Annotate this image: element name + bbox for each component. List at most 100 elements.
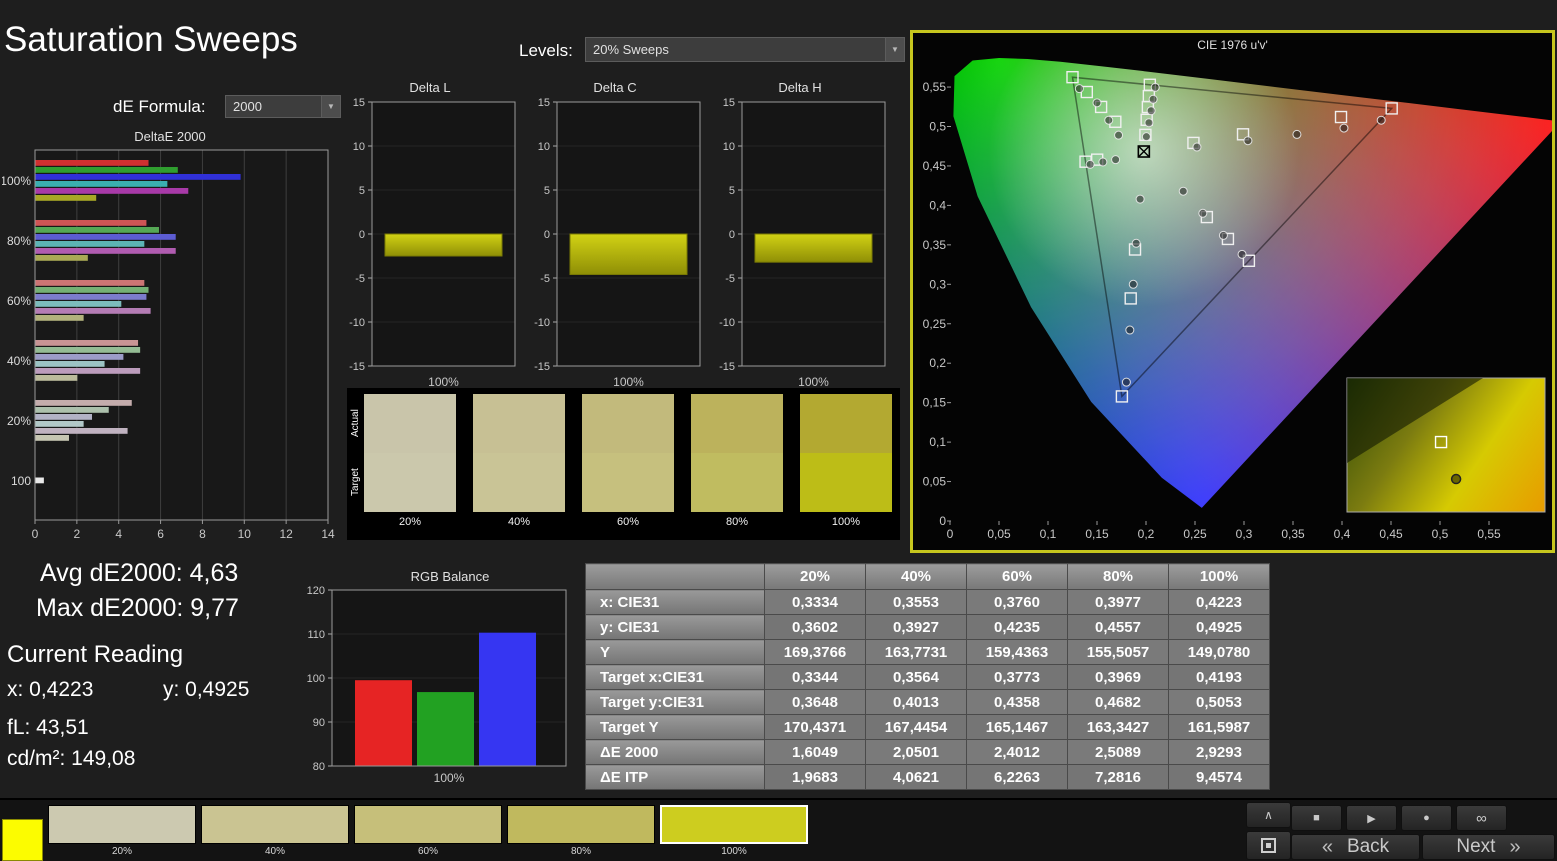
cie-measured-point xyxy=(1376,115,1386,125)
table-cell: 0,3773 xyxy=(966,664,1068,690)
cie-measured-point xyxy=(1074,84,1084,94)
display-mode-button[interactable] xyxy=(1246,831,1291,860)
cie-measured-point xyxy=(1146,106,1156,116)
play-button[interactable]: ▶ xyxy=(1346,805,1397,831)
svg-text:100: 100 xyxy=(307,673,325,685)
svg-text:0,25: 0,25 xyxy=(1183,527,1207,541)
levels-dropdown[interactable]: 20% Sweeps ▼ xyxy=(585,37,905,62)
levels-label: Levels: xyxy=(519,41,573,60)
svg-text:0,45: 0,45 xyxy=(1379,527,1403,541)
cie-measured-point xyxy=(1104,115,1114,125)
infinity-icon: ∞ xyxy=(1476,809,1487,827)
rgb-bar-blue xyxy=(479,632,536,766)
de-formula-dropdown[interactable]: 2000 ▼ xyxy=(225,95,341,118)
svg-text:0: 0 xyxy=(359,229,365,241)
level-label: 100% xyxy=(721,846,747,857)
back-button[interactable]: « Back xyxy=(1291,834,1420,860)
table-row: y: CIE31 0,3602 0,3927 0,4235 0,4557 0,4925 xyxy=(585,614,1270,640)
svg-text:100%: 100% xyxy=(2,174,31,188)
actual-swatch xyxy=(800,394,892,453)
table-cell: 0,3602 xyxy=(764,614,866,640)
actual-swatch xyxy=(364,394,456,453)
rgb-bar-red xyxy=(355,680,412,766)
avg-de2000: Avg dE2000: 4,63 xyxy=(40,559,239,587)
cie-chart: 00 0,05 0,05 0,1 0,1 0,15 0,15 0,2 0,2 0,25 0,25 0,… xyxy=(923,58,1552,541)
table-cell: 0,3564 xyxy=(865,664,967,690)
level-button-60%[interactable]: 60% xyxy=(354,805,502,857)
svg-text:0,1: 0,1 xyxy=(929,435,946,449)
table-cell: 0,4682 xyxy=(1067,689,1169,715)
table-cell: 170,4371 xyxy=(764,714,866,740)
svg-text:15: 15 xyxy=(538,97,550,109)
chevron-down-icon: ▼ xyxy=(321,96,340,117)
deltae-bar xyxy=(35,227,159,233)
inset-measured-marker xyxy=(1450,473,1462,485)
deltae-bar xyxy=(35,428,128,434)
table-corner-cell xyxy=(585,563,765,590)
svg-text:0,35: 0,35 xyxy=(923,238,947,252)
svg-text:0,15: 0,15 xyxy=(1085,527,1109,541)
deltae-bar xyxy=(35,400,132,406)
level-button-40%[interactable]: 40% xyxy=(201,805,349,857)
deltae-bar xyxy=(35,308,151,314)
table-cell: 0,3344 xyxy=(764,664,866,690)
stop-button[interactable]: ■ xyxy=(1291,805,1342,831)
svg-text:-5: -5 xyxy=(725,273,735,285)
table-row: x: CIE31 0,3334 0,3553 0,3760 0,3977 0,4223 xyxy=(585,589,1270,615)
table-cell: 1,9683 xyxy=(764,764,866,790)
deltae-bar xyxy=(35,248,176,254)
record-button[interactable]: ● xyxy=(1401,805,1452,831)
deltae-bar xyxy=(35,435,69,441)
column-header-80%: 80% xyxy=(1067,563,1169,590)
svg-text:0: 0 xyxy=(32,527,39,541)
table-cell: 0,4013 xyxy=(865,689,967,715)
svg-text:-15: -15 xyxy=(534,361,550,373)
cie-measured-point xyxy=(1125,325,1135,335)
row-label: ΔE 2000 xyxy=(585,739,765,765)
deltae-bar xyxy=(35,421,84,427)
svg-text:15: 15 xyxy=(353,97,365,109)
swatch-column: 60% xyxy=(582,394,674,528)
level-label: 60% xyxy=(417,846,438,857)
table-cell: 2,9293 xyxy=(1168,739,1270,765)
table-cell: 4,0621 xyxy=(865,764,967,790)
cie-measured-point xyxy=(1121,377,1131,387)
svg-text:0,5: 0,5 xyxy=(1432,527,1449,541)
level-button-20%[interactable]: 20% xyxy=(48,805,196,857)
deltae-bar xyxy=(35,174,241,180)
scroll-up-button[interactable]: ∧ xyxy=(1246,802,1291,828)
svg-text:10: 10 xyxy=(238,527,252,541)
table-cell: 0,3648 xyxy=(764,689,866,715)
svg-text:0,45: 0,45 xyxy=(923,159,947,173)
target-swatch xyxy=(691,453,783,512)
deltae-bar xyxy=(35,181,168,187)
loop-button[interactable]: ∞ xyxy=(1456,805,1507,831)
next-button[interactable]: Next » xyxy=(1422,834,1555,860)
svg-text:0,2: 0,2 xyxy=(1138,527,1155,541)
reading-y: y: 0,4925 xyxy=(163,678,250,701)
svg-text:60%: 60% xyxy=(7,294,31,308)
cie-measured-point xyxy=(1144,118,1154,128)
de-formula-value: 2000 xyxy=(233,99,262,114)
table-row: Target x:CIE31 0,3344 0,3564 0,3773 0,3969 0,… xyxy=(585,664,1270,690)
level-button-80%[interactable]: 80% xyxy=(507,805,655,857)
table-cell: 163,3427 xyxy=(1067,714,1169,740)
deltae-bar xyxy=(35,255,88,261)
transport-buttons: ■ ▶ ● ∞ xyxy=(1291,800,1557,832)
cie-measured-point xyxy=(1131,238,1141,248)
svg-text:0,1: 0,1 xyxy=(1040,527,1057,541)
rgb-bar-green xyxy=(417,692,474,766)
swatch-label: 100% xyxy=(831,516,861,528)
cie-diagram-panel: 0 0 0,05 0,05 0,1 0,1 0,15 0,15 0,2 0,2 0,25 0,25 0,… xyxy=(910,30,1555,553)
svg-text:0,2: 0,2 xyxy=(929,356,946,370)
table-cell: 2,5089 xyxy=(1067,739,1169,765)
svg-text:0,05: 0,05 xyxy=(923,475,947,489)
deltae-bar xyxy=(35,220,147,226)
table-cell: 0,3969 xyxy=(1067,664,1169,690)
row-label: x: CIE31 xyxy=(585,589,765,615)
deltae-bar xyxy=(35,368,141,374)
table-row: ΔE ITP 1,9683 4,0621 6,2263 7,2816 9,4574 xyxy=(585,764,1270,790)
svg-text:10: 10 xyxy=(353,141,365,153)
level-button-100%[interactable]: 100% xyxy=(660,805,808,857)
row-label: Y xyxy=(585,639,765,665)
